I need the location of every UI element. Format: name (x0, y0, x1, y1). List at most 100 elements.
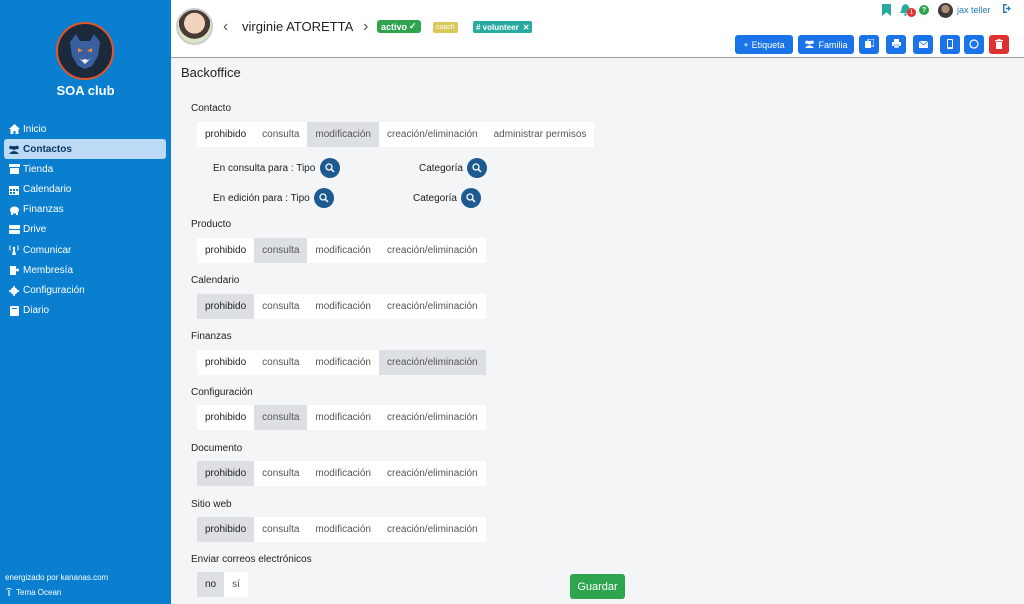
option-prohibido[interactable]: prohibido (197, 405, 254, 430)
chevron-right-icon[interactable]: › (363, 18, 368, 36)
gear-icon (8, 285, 20, 297)
store-icon (8, 163, 20, 175)
piggy-bank-icon (8, 204, 20, 216)
mobile-icon (947, 38, 953, 51)
club-logo[interactable] (56, 22, 114, 80)
sidebar-item-comunicar[interactable]: Comunicar (4, 240, 166, 260)
save-button[interactable]: Guardar (570, 574, 625, 599)
search-icon[interactable] (320, 158, 340, 178)
option-administrar-permisos[interactable]: administrar permisos (486, 122, 595, 147)
option-creacion-eliminacion[interactable]: creación/eliminación (379, 517, 486, 542)
section-label-configuracion: Configuración (191, 387, 253, 398)
permission-selector-producto: prohibido consulta modificación creación… (197, 238, 486, 263)
option-modificacion[interactable]: modificación (307, 122, 379, 147)
option-consulta[interactable]: consulta (254, 122, 307, 147)
tag-coach[interactable]: coach (433, 22, 458, 33)
search-icon[interactable] (461, 188, 481, 208)
option-consulta[interactable]: consulta (254, 405, 308, 430)
consulta-categoria-label: Categoría (419, 163, 463, 174)
family-button[interactable]: Familia (798, 35, 854, 54)
check-icon: ✓ (409, 21, 417, 31)
sidebar-item-drive[interactable]: Drive (4, 220, 166, 240)
search-icon[interactable] (314, 188, 334, 208)
header: ‹ virginie ATORETTA › activo ✓ coach # v… (171, 0, 1024, 58)
whatsapp-icon (969, 38, 979, 51)
option-prohibido[interactable]: prohibido (197, 461, 255, 486)
print-button[interactable] (886, 35, 906, 54)
option-prohibido[interactable]: prohibido (197, 517, 255, 542)
option-creacion-eliminacion[interactable]: creación/eliminación (379, 122, 486, 147)
status-badge[interactable]: activo ✓ (377, 20, 421, 33)
sidebar-item-inicio[interactable]: Inicio (4, 119, 166, 139)
sidebar-item-finanzas[interactable]: Finanzas (4, 200, 166, 220)
delete-button[interactable] (989, 35, 1009, 54)
option-creacion-eliminacion[interactable]: creación/eliminación (379, 350, 486, 375)
sidebar-item-diario[interactable]: Diario (4, 301, 166, 321)
option-creacion-eliminacion[interactable]: creación/eliminación (379, 294, 486, 319)
sidebar-item-label: Membresía (23, 264, 74, 276)
option-modificacion[interactable]: modificación (307, 517, 379, 542)
contact-name: virginie ATORETTA (242, 19, 354, 34)
sidebar-item-tienda[interactable]: Tienda (4, 159, 166, 179)
option-prohibido[interactable]: prohibido (197, 122, 254, 147)
search-icon[interactable] (467, 158, 487, 178)
sidebar-item-label: Drive (23, 224, 47, 236)
option-creacion-eliminacion[interactable]: creación/eliminación (379, 238, 486, 263)
whatsapp-button[interactable] (964, 35, 984, 54)
help-icon[interactable]: ? (919, 5, 929, 15)
section-label-sitio-web: Sitio web (191, 499, 232, 510)
option-creacion-eliminacion[interactable]: creación/eliminación (379, 405, 486, 430)
sidebar-item-label: Comunicar (23, 244, 72, 256)
permission-selector-calendario: prohibido consulta modificación creación… (197, 294, 486, 319)
option-modificacion[interactable]: modificación (307, 294, 379, 319)
option-no[interactable]: no (197, 572, 225, 597)
option-consulta[interactable]: consulta (254, 461, 307, 486)
option-consulta[interactable]: consulta (254, 350, 307, 375)
edicion-categoria-label: Categoría (413, 193, 457, 204)
powered-by[interactable]: energizado por kananas.com (5, 573, 108, 582)
permission-selector-contacto: prohibido consulta modificación creación… (197, 122, 595, 147)
sidebar-item-label: Tienda (23, 163, 54, 175)
option-modificacion[interactable]: modificación (307, 461, 379, 486)
option-si[interactable]: sí (224, 572, 248, 597)
sidebar-item-configuracion[interactable]: Configuración (4, 281, 166, 301)
journal-icon (8, 305, 20, 317)
option-modificacion[interactable]: modificación (307, 405, 379, 430)
close-icon[interactable]: ✕ (523, 23, 530, 32)
option-creacion-eliminacion[interactable]: creación/eliminación (379, 461, 486, 486)
option-modificacion[interactable]: modificación (307, 350, 379, 375)
option-prohibido[interactable]: prohibido (197, 238, 254, 263)
email-button[interactable] (913, 35, 933, 54)
chevron-left-icon[interactable]: ‹ (223, 18, 228, 36)
option-prohibido[interactable]: prohibido (197, 350, 254, 375)
permission-selector-enviar-correos: no sí (197, 572, 248, 597)
add-tag-label: Etiqueta (751, 39, 785, 50)
option-prohibido[interactable]: prohibido (197, 294, 255, 319)
duplicate-button[interactable] (859, 35, 879, 54)
user-avatar[interactable] (938, 3, 953, 18)
option-modificacion[interactable]: modificación (307, 238, 379, 263)
bookmark-icon[interactable] (882, 4, 891, 16)
contact-avatar[interactable] (176, 8, 213, 45)
sidebar-item-calendario[interactable]: Calendario (4, 180, 166, 200)
palm-tree-icon (5, 587, 13, 598)
print-icon (891, 39, 901, 50)
notification-count: 1 (907, 8, 916, 17)
option-consulta[interactable]: consulta (254, 238, 308, 263)
plus-icon: + (743, 39, 749, 50)
logout-icon[interactable] (1003, 4, 1013, 16)
phone-button[interactable] (940, 35, 960, 54)
option-consulta[interactable]: consulta (254, 294, 307, 319)
broadcast-icon (8, 244, 20, 256)
theme-switcher[interactable]: Tema Ocean (5, 587, 61, 598)
permission-selector-finanzas: prohibido consulta modificación creación… (197, 350, 486, 375)
add-tag-button[interactable]: + Etiqueta (735, 35, 793, 54)
status-badge-label: activo (381, 21, 408, 32)
trash-icon (995, 38, 1003, 51)
sidebar-item-membresia[interactable]: Membresía (4, 260, 166, 280)
sidebar-item-contactos[interactable]: Contactos (4, 139, 166, 160)
user-name[interactable]: jax teller (957, 5, 991, 15)
tag-volunteer[interactable]: # volunteer ✕ (473, 21, 533, 33)
option-consulta[interactable]: consulta (254, 517, 307, 542)
consulta-tipo-label: En consulta para : Tipo (213, 163, 316, 174)
